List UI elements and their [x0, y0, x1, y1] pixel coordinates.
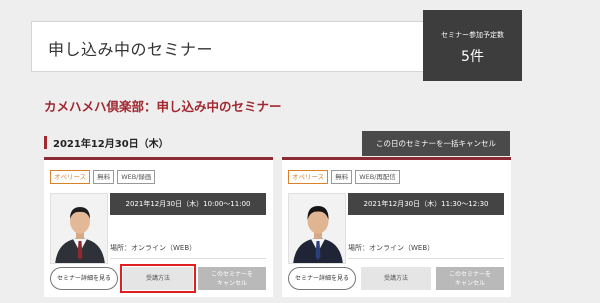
cancel-all-button[interactable]: この日のセミナーを一括キャンセル: [362, 131, 510, 156]
tag-free: 無料: [93, 170, 115, 184]
how-to-attend-button[interactable]: 受講方法: [361, 267, 431, 290]
cancel-label-line2: キャンセル: [454, 280, 485, 287]
seminar-datetime: 2021年12月30日（木）10:00～11:00: [110, 193, 266, 215]
seminar-place: 場所：オンライン（WEB）: [110, 244, 197, 252]
speaker-photo: [50, 193, 108, 264]
divider: [110, 258, 266, 259]
how-to-attend-button[interactable]: 受講方法: [120, 264, 196, 293]
seminar-detail-button[interactable]: セミナー詳細を見る: [50, 267, 118, 290]
seminar-detail-button[interactable]: セミナー詳細を見る: [288, 267, 356, 290]
club-section-title: カメハメハ倶楽部：申し込み中のセミナー: [44, 99, 282, 114]
cancel-label-line1: このセミナーを: [448, 271, 491, 278]
speaker-person-icon: [293, 206, 343, 263]
cancel-seminar-button[interactable]: このセミナーを キャンセル: [198, 267, 266, 290]
cancel-label-line2: キャンセル: [216, 280, 247, 287]
seminar-card: オペリース 無料 WEB/録画 2021年12月30日（木）10:00～11:0…: [44, 157, 273, 297]
tag-operating-lease: オペリース: [50, 170, 91, 184]
date-accent-bar: [44, 136, 47, 149]
tag-list: オペリース 無料 WEB/録画: [50, 170, 156, 184]
speaker-person-icon: [55, 207, 105, 263]
tag-free: 無料: [331, 170, 353, 184]
seminar-count-box: セミナー参加予定数 5件: [423, 10, 522, 81]
tag-list: オペリース 無料 WEB/再配信: [288, 170, 400, 184]
cancel-label-line1: このセミナーを: [210, 271, 253, 278]
divider: [348, 258, 504, 259]
seminar-count-value: 5件: [461, 49, 484, 65]
seminar-date: 2021年12月30日（木）: [53, 139, 169, 150]
seminar-datetime: 2021年12月30日（木）11:30～12:30: [348, 193, 504, 215]
tag-operating-lease: オペリース: [288, 170, 329, 184]
seminar-count-label: セミナー参加予定数: [441, 31, 504, 39]
cancel-seminar-button[interactable]: このセミナーを キャンセル: [436, 267, 504, 290]
tag-format: WEB/録画: [117, 170, 156, 184]
speaker-photo: [288, 193, 346, 264]
tag-format: WEB/再配信: [355, 170, 400, 184]
seminar-place: 場所：オンライン（WEB）: [348, 244, 435, 252]
seminar-date-heading: 2021年12月30日（木）: [44, 135, 169, 150]
page-title: 申し込み中のセミナー: [48, 40, 214, 59]
seminar-card: オペリース 無料 WEB/再配信 2021年12月30日（木）11:30～12:…: [282, 157, 511, 297]
